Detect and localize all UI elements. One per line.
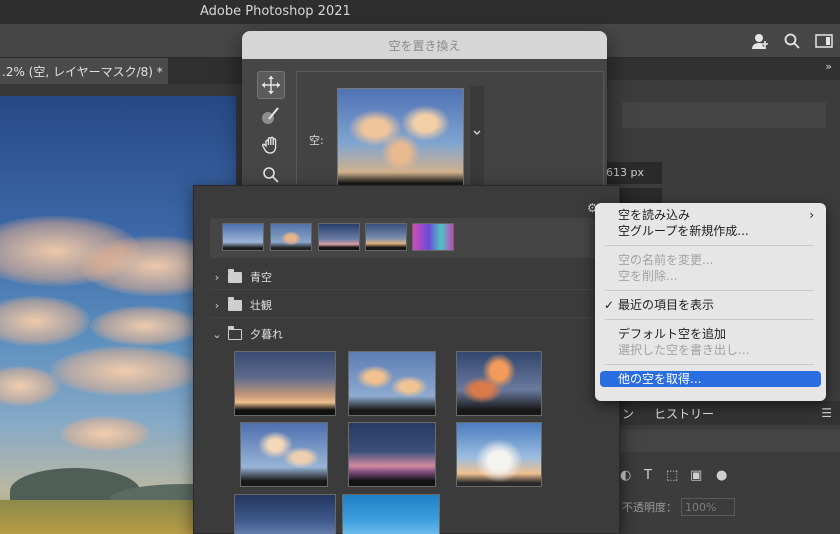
recent-sky-thumbnail[interactable] [412, 223, 454, 251]
sky-picker-popup: ⚙ › 青空 › 壮観 ⌄ 夕暮れ [193, 185, 620, 534]
divider [210, 317, 614, 318]
chevron-right-icon: › [214, 270, 220, 284]
search-icon[interactable] [782, 31, 802, 51]
canvas-cloud [50, 346, 200, 396]
selected-sky-thumbnail[interactable] [337, 88, 464, 188]
menu-item-label: 最近の項目を表示 [618, 298, 715, 312]
size-field[interactable]: 613 px [602, 162, 662, 184]
menu-item-export-selected: 選択した空を書き出し... [595, 342, 826, 358]
sky-label: 空: [309, 134, 324, 147]
transform-icon[interactable]: ⬚ [666, 468, 678, 483]
app-title: Adobe Photoshop 2021 [200, 4, 351, 19]
share-icon[interactable] [750, 31, 770, 51]
recent-sky-thumbnail[interactable] [222, 223, 264, 251]
recent-skies-row [210, 218, 614, 258]
sky-group-sunset[interactable]: ⌄ 夕暮れ [210, 321, 614, 347]
menu-item-label: 空グループを新規作成... [618, 224, 749, 238]
opacity-row: 不透明度： 100% [622, 498, 735, 516]
dock-header-strip: » [608, 58, 840, 80]
menu-item-new-sky-group[interactable]: 空グループを新規作成... [595, 223, 826, 239]
canvas-cloud [0, 296, 90, 346]
menu-separator [605, 290, 814, 291]
layer-lock-tools: ◐ T ⬚ ▣ ● [608, 462, 840, 492]
artboard-icon[interactable]: ▣ [690, 468, 702, 483]
sky-thumbnail[interactable] [342, 494, 440, 534]
dialog-toolbar [257, 71, 287, 191]
menu-item-label: 他の空を取得... [618, 372, 702, 386]
folder-icon [228, 296, 242, 311]
sky-thumbnail[interactable] [234, 351, 336, 416]
workspace-icon[interactable] [814, 31, 834, 51]
sky-group-spectacular[interactable]: › 壮観 [210, 292, 614, 318]
opacity-input[interactable]: 100% [681, 498, 735, 516]
photoshop-window: Adobe Photoshop 2021 .2% (空, レイヤーマスク/8) … [0, 0, 840, 534]
divider [210, 289, 614, 290]
sky-group-blue[interactable]: › 青空 [210, 264, 614, 290]
sky-selector-box: 空: [296, 71, 604, 191]
properties-header [622, 102, 826, 128]
menu-item-label: 空を削除... [618, 269, 678, 283]
chevron-down-icon: ⌄ [212, 327, 222, 341]
menu-item-label: 空の名前を変更... [618, 253, 714, 267]
group-label: 青空 [250, 271, 272, 284]
menu-separator [605, 319, 814, 320]
move-sky-icon[interactable] [257, 71, 285, 99]
tab-left[interactable]: ン [622, 401, 634, 425]
panel-menu-icon[interactable]: ☰ [821, 406, 832, 420]
menu-item-label: 選択した空を書き出し... [618, 343, 750, 357]
opacity-label: 不透明度： [622, 501, 677, 514]
menu-item-add-default-skies[interactable]: デフォルト空を追加 [595, 326, 826, 342]
folder-open-icon [227, 325, 242, 340]
sky-thumbnail[interactable] [240, 422, 328, 487]
document-tab-label: .2% (空, レイヤーマスク/8) * [2, 65, 163, 79]
dot-icon[interactable]: ● [716, 468, 727, 483]
document-tab[interactable]: .2% (空, レイヤーマスク/8) * [0, 58, 168, 84]
menu-separator [605, 364, 814, 365]
menu-item-get-more-skies[interactable]: 他の空を取得... [600, 371, 821, 387]
size-field-value: 613 px [606, 166, 644, 179]
menu-item-label: 空を読み込み [618, 208, 691, 222]
menu-item-load-sky[interactable]: 空を読み込み › [595, 207, 826, 223]
recent-sky-thumbnail[interactable] [318, 223, 360, 251]
sky-thumbnail[interactable] [348, 422, 436, 487]
submenu-arrow-icon: › [809, 208, 814, 222]
recent-sky-thumbnail[interactable] [270, 223, 312, 251]
brush-lock-icon[interactable]: ◐ [620, 468, 631, 483]
menu-item-rename-sky: 空の名前を変更... [595, 252, 826, 268]
recent-sky-thumbnail[interactable] [365, 223, 407, 251]
group-label: 夕暮れ [250, 328, 283, 341]
menu-separator [605, 245, 814, 246]
sky-thumbnail[interactable] [456, 351, 542, 416]
sky-context-menu: 空を読み込み › 空グループを新規作成... 空の名前を変更... 空を削除..… [595, 203, 826, 401]
dialog-title: 空を置き換え [242, 31, 607, 59]
menu-item-delete-sky: 空を削除... [595, 268, 826, 284]
chevron-right-icon: › [214, 298, 220, 312]
layers-filter-bar [608, 430, 840, 452]
sky-dropdown-toggle[interactable] [470, 86, 484, 188]
sky-brush-icon[interactable] [257, 101, 285, 129]
menu-item-label: デフォルト空を追加 [618, 327, 727, 341]
group-label: 壮観 [250, 299, 272, 312]
canvas-cloud [90, 306, 200, 346]
options-bar-icons [750, 31, 834, 51]
type-icon[interactable]: T [644, 468, 652, 483]
title-bar: Adobe Photoshop 2021 [0, 0, 840, 24]
sky-thumbnail[interactable] [456, 422, 542, 487]
sky-thumbnail[interactable] [234, 494, 336, 534]
folder-icon [228, 268, 242, 283]
panel-tabs: ン ヒストリー ☰ [608, 401, 840, 425]
menu-item-show-recent[interactable]: ✓ 最近の項目を表示 [595, 297, 826, 313]
collapse-panels-icon[interactable]: » [825, 60, 832, 73]
sky-thumbnail[interactable] [348, 351, 436, 416]
checkmark-icon: ✓ [604, 298, 615, 312]
hand-icon[interactable] [257, 131, 285, 159]
canvas-cloud [60, 416, 150, 451]
tab-history[interactable]: ヒストリー [654, 401, 714, 425]
